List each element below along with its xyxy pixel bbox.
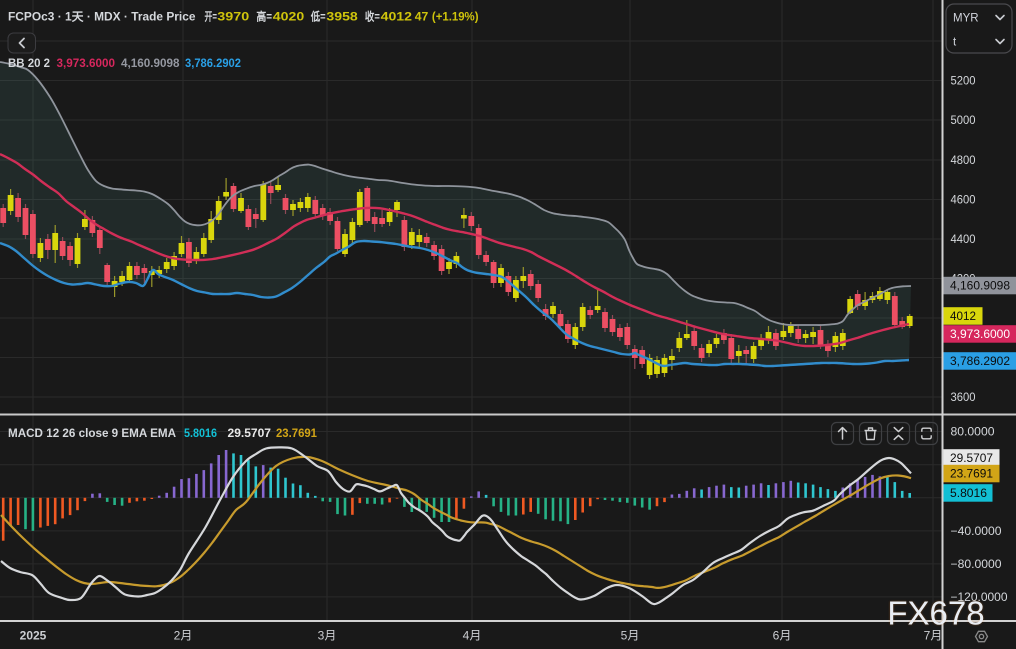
svg-text:6月: 6月 bbox=[773, 629, 792, 643]
svg-text:MYR: MYR bbox=[953, 13, 979, 25]
svg-text:FCPOc3 · 1天 · MDX · Trade Pric: FCPOc3 · 1天 · MDX · Trade Price bbox=[8, 11, 196, 24]
svg-text:4012: 4012 bbox=[381, 12, 412, 24]
svg-text:29.5707: 29.5707 bbox=[228, 428, 272, 440]
svg-text:2月: 2月 bbox=[174, 629, 193, 643]
svg-text:5.8016: 5.8016 bbox=[950, 488, 987, 500]
svg-text:23.7691: 23.7691 bbox=[276, 428, 318, 440]
svg-text:2025: 2025 bbox=[20, 629, 47, 643]
svg-text:4600: 4600 bbox=[951, 195, 976, 207]
svg-text:4012: 4012 bbox=[950, 311, 976, 323]
svg-text:高=: 高= bbox=[256, 10, 272, 24]
svg-text:4月: 4月 bbox=[463, 629, 482, 643]
svg-text:收=: 收= bbox=[365, 10, 380, 24]
svg-text:5.8016: 5.8016 bbox=[184, 428, 217, 440]
svg-text:80.0000: 80.0000 bbox=[951, 427, 995, 439]
svg-text:4400: 4400 bbox=[951, 234, 976, 246]
svg-text:3970: 3970 bbox=[217, 12, 249, 24]
svg-text:3958: 3958 bbox=[326, 12, 358, 24]
svg-text:FX678: FX678 bbox=[887, 595, 984, 632]
svg-text:5000: 5000 bbox=[951, 115, 976, 127]
svg-text:3600: 3600 bbox=[951, 392, 976, 404]
svg-text:BB 20 2: BB 20 2 bbox=[8, 58, 50, 70]
svg-text:29.5707: 29.5707 bbox=[950, 453, 993, 465]
svg-text:−80.0000: −80.0000 bbox=[951, 559, 1002, 571]
svg-text:−40.0000: −40.0000 bbox=[951, 526, 1002, 538]
svg-text:3,973.6000: 3,973.6000 bbox=[57, 58, 116, 70]
svg-text:3,973.6000: 3,973.6000 bbox=[950, 329, 1010, 341]
svg-text:MACD 12 26 close 9 EMA EMA: MACD 12 26 close 9 EMA EMA bbox=[8, 428, 176, 440]
svg-text:3月: 3月 bbox=[318, 629, 337, 643]
svg-text:3,786.2902: 3,786.2902 bbox=[185, 58, 241, 70]
svg-text:4,160.9098: 4,160.9098 bbox=[950, 281, 1010, 293]
svg-text:5200: 5200 bbox=[951, 76, 976, 88]
svg-text:4800: 4800 bbox=[951, 155, 976, 167]
svg-text:(+1.19%): (+1.19%) bbox=[432, 12, 479, 24]
svg-text:低=: 低= bbox=[310, 10, 326, 24]
svg-text:开=: 开= bbox=[205, 11, 218, 24]
svg-text:23.7691: 23.7691 bbox=[950, 469, 993, 481]
svg-text:4020: 4020 bbox=[273, 12, 304, 24]
svg-text:5月: 5月 bbox=[621, 629, 640, 643]
svg-text:3,786.2902: 3,786.2902 bbox=[950, 356, 1010, 368]
svg-text:4,160.9098: 4,160.9098 bbox=[121, 58, 180, 70]
svg-text:47: 47 bbox=[415, 12, 429, 24]
